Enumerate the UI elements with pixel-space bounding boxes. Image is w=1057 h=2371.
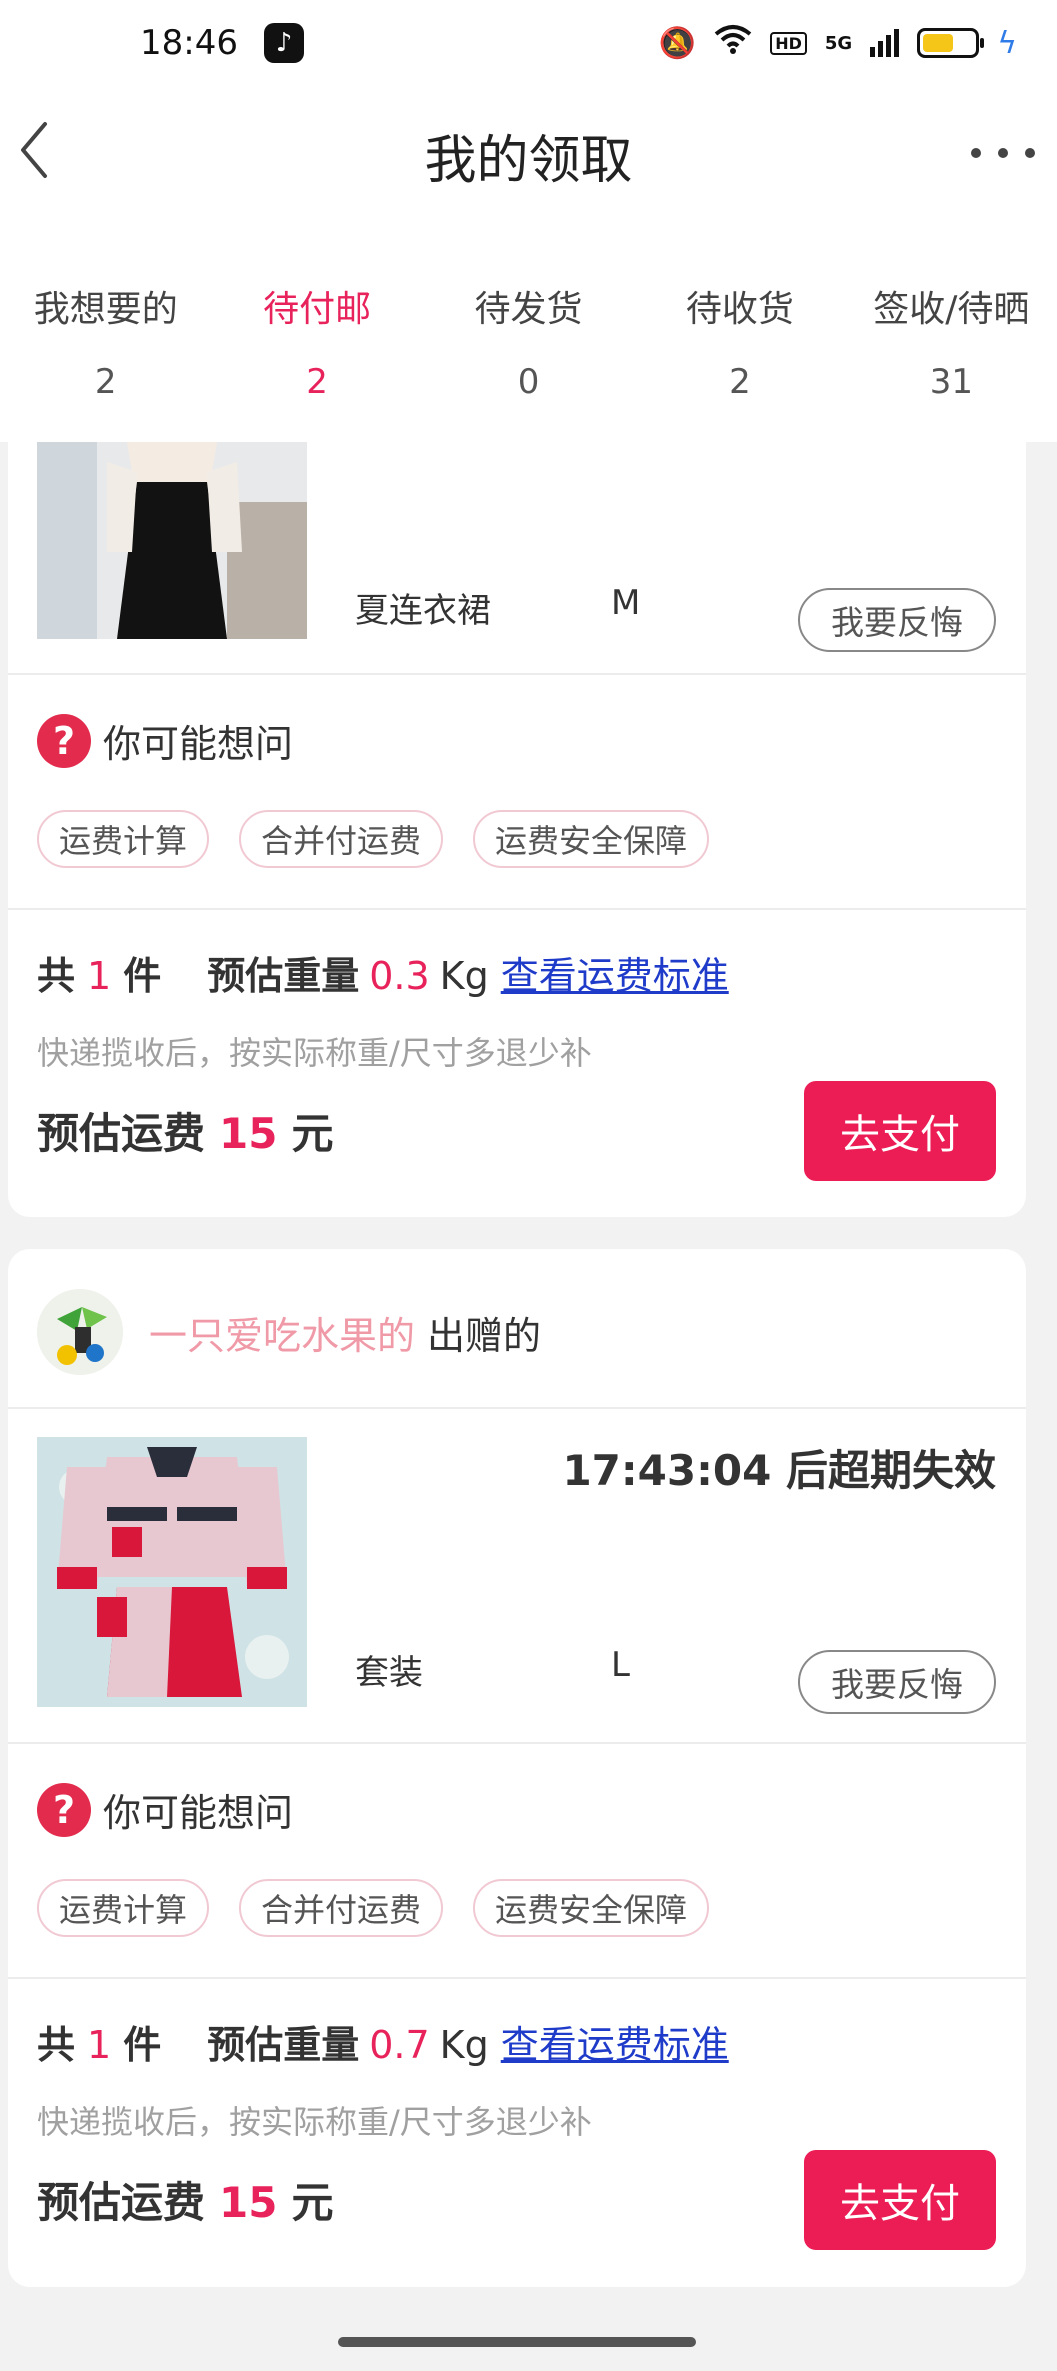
- tab-pending-receipt[interactable]: 待收货 2: [634, 222, 845, 442]
- faq-header: ? 你可能想问: [37, 1782, 293, 1837]
- divider: [8, 1742, 1026, 1744]
- giver-suffix: 出赠的: [427, 1313, 542, 1358]
- order-card: 夏连衣裙 M 我要反悔 ? 你可能想问 运费计算 合并付运费 运费安全保障 共 …: [8, 425, 1026, 1217]
- tab-label: 待发货: [474, 289, 583, 330]
- faq-tag-merge-postage[interactable]: 合并付运费: [239, 1879, 444, 1937]
- fee-value: 15: [219, 1109, 278, 1158]
- divider: [8, 673, 1026, 675]
- status-time: 18:46: [140, 23, 238, 63]
- tab-label: 我想要的: [33, 289, 178, 330]
- charging-icon: ϟ: [997, 25, 1017, 61]
- order-summary: 共 1 件 预估重量 0.7 Kg 查看运费标准: [37, 2014, 729, 2069]
- tab-want[interactable]: 我想要的 2: [0, 222, 211, 442]
- weight-label: 预估重量: [207, 2023, 360, 2067]
- estimated-fee: 预估运费 15 元: [37, 2169, 333, 2230]
- product-row: 夏连衣裙 M 我要反悔: [8, 425, 1026, 673]
- faq-tag-shipping-calc[interactable]: 运费计算: [37, 810, 210, 868]
- status-icons: 🔕 HD 5G ϟ: [659, 24, 1017, 62]
- count-prefix: 共: [37, 2023, 76, 2067]
- order-summary: 共 1 件 预估重量 0.3 Kg 查看运费标准: [37, 945, 729, 1000]
- tab-signed[interactable]: 签收/待晒 31: [846, 222, 1057, 442]
- fee-label: 预估运费: [37, 1109, 206, 1158]
- fee-unit: 元: [291, 1109, 334, 1158]
- tab-count: 2: [729, 362, 751, 402]
- tab-bar: 我想要的 2 待付邮 2 待发货 0 待收货 2 签收/待晒 31: [0, 222, 1057, 442]
- divider: [8, 908, 1026, 910]
- shipping-note: 快递揽收后，按实际称重/尺寸多退少补: [37, 2103, 592, 2141]
- pay-button[interactable]: 去支付: [804, 1081, 996, 1181]
- home-indicator[interactable]: [338, 2337, 696, 2347]
- fee-value: 15: [219, 2178, 278, 2227]
- tab-label: 待付邮: [263, 289, 372, 330]
- signal-icon: [870, 29, 900, 57]
- fee-unit: 元: [291, 2178, 334, 2227]
- fee-label: 预估运费: [37, 2178, 206, 2227]
- battery-level: [923, 34, 954, 52]
- status-bar: 18:46 ♪ 🔕 HD 5G ϟ: [0, 0, 1057, 86]
- faq-title: 你可能想问: [103, 722, 294, 766]
- hd-badge: HD: [770, 31, 807, 55]
- divider: [8, 1977, 1026, 1979]
- avatar[interactable]: [37, 1289, 123, 1375]
- faq-tags: 运费计算 合并付运费 运费安全保障: [37, 810, 710, 868]
- regret-button[interactable]: 我要反悔: [798, 1650, 996, 1714]
- item-count: 1: [87, 954, 112, 998]
- estimated-fee: 预估运费 15 元: [37, 1100, 333, 1161]
- faq-tag-shipping-calc[interactable]: 运费计算: [37, 1879, 210, 1937]
- tiktok-icon: ♪: [263, 23, 304, 63]
- product-name: 套装: [355, 1653, 423, 1693]
- question-icon: ?: [37, 713, 91, 768]
- weight-value: 0.7: [369, 2023, 430, 2067]
- product-size: L: [611, 1645, 630, 1685]
- product-size: M: [611, 583, 641, 623]
- faq-tag-shipping-safety[interactable]: 运费安全保障: [473, 810, 710, 868]
- network-type: 5G: [824, 32, 853, 54]
- weight-unit: Kg: [439, 954, 489, 998]
- faq-tags: 运费计算 合并付运费 运费安全保障: [37, 1879, 710, 1937]
- nav-bar: 我的领取: [0, 86, 1057, 222]
- battery-icon: [917, 28, 985, 58]
- product-image[interactable]: [37, 1437, 307, 1707]
- product-name: 夏连衣裙: [355, 591, 491, 631]
- product-image[interactable]: [37, 442, 307, 639]
- faq-tag-shipping-safety[interactable]: 运费安全保障: [473, 1879, 710, 1937]
- order-card: 一只爱吃水果的 出赠的 17:43:04 后超期失效 套装 L 我要反悔 ? 你…: [8, 1249, 1026, 2287]
- count-suffix: 件: [123, 2023, 162, 2067]
- tab-count: 0: [517, 362, 540, 402]
- tab-pending-postage[interactable]: 待付邮 2: [211, 222, 422, 442]
- tab-label: 待收货: [685, 289, 794, 330]
- faq-header: ? 你可能想问: [37, 713, 293, 768]
- shipping-standard-link[interactable]: 查看运费标准: [501, 945, 729, 1000]
- shipping-note: 快递揽收后，按实际称重/尺寸多退少补: [37, 1034, 592, 1072]
- giver-name[interactable]: 一只爱吃水果的: [149, 1305, 415, 1360]
- weight-unit: Kg: [439, 2023, 489, 2067]
- expire-timer: 17:43:04 后超期失效: [562, 1446, 996, 1495]
- wifi-icon: [714, 24, 752, 62]
- tab-count: 2: [306, 362, 328, 402]
- count-prefix: 共: [37, 954, 76, 998]
- regret-button[interactable]: 我要反悔: [798, 588, 996, 652]
- back-icon[interactable]: [10, 118, 58, 182]
- weight-label: 预估重量: [207, 954, 360, 998]
- tab-count: 2: [94, 362, 117, 402]
- giver-row: 一只爱吃水果的 出赠的: [37, 1289, 541, 1375]
- item-count: 1: [87, 2023, 112, 2067]
- tab-label: 签收/待晒: [873, 289, 1030, 330]
- page: 18:46 ♪ 🔕 HD 5G ϟ 我的领取 我想要的 2 待付邮 2 待发货 …: [0, 0, 1057, 2371]
- weight-value: 0.3: [369, 954, 430, 998]
- tab-pending-shipment[interactable]: 待发货 0: [423, 222, 634, 442]
- question-icon: ?: [37, 1782, 91, 1837]
- page-title: 我的领取: [424, 131, 633, 191]
- product-row: 17:43:04 后超期失效 套装 L 我要反悔: [8, 1407, 1026, 1737]
- pay-button[interactable]: 去支付: [804, 2150, 996, 2250]
- tab-count: 31: [929, 362, 973, 402]
- count-suffix: 件: [123, 954, 162, 998]
- more-icon[interactable]: [971, 138, 1035, 168]
- faq-tag-merge-postage[interactable]: 合并付运费: [239, 810, 444, 868]
- faq-title: 你可能想问: [103, 1791, 294, 1835]
- shipping-standard-link[interactable]: 查看运费标准: [501, 2014, 729, 2069]
- mute-bell-icon: 🔕: [658, 25, 697, 61]
